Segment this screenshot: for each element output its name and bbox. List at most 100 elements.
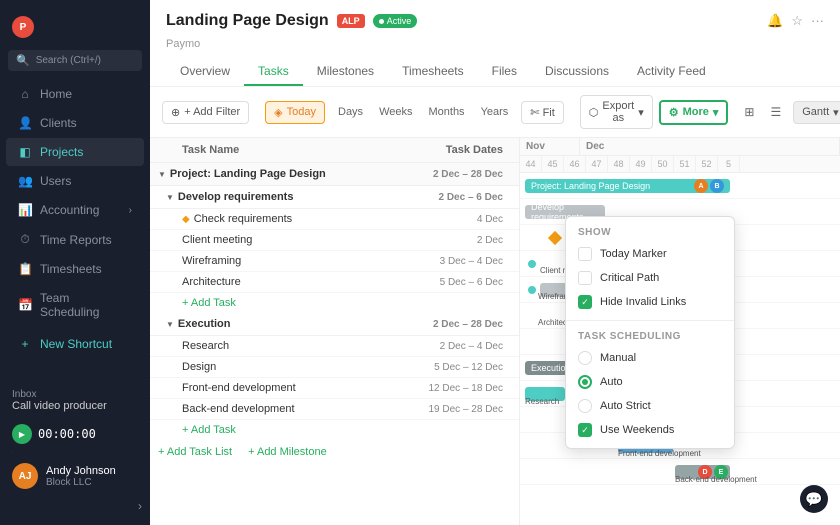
sidebar-logo: P	[0, 8, 150, 50]
table-row[interactable]: Wireframing 3 Dec – 4 Dec	[150, 251, 519, 272]
section-title-show: Show	[566, 223, 734, 242]
sidebar-nav: ⌂ Home 👤 Clients ◧ Projects 👥 Users 📊 Ac…	[0, 79, 150, 385]
table-row[interactable]: Design 5 Dec – 12 Dec	[150, 357, 519, 378]
task-name: Architecture	[182, 276, 401, 288]
table-row[interactable]: Architecture 5 Dec – 6 Dec	[150, 272, 519, 293]
page-title: Landing Page Design	[166, 12, 329, 30]
lines-icon[interactable]: ☰	[764, 101, 787, 123]
collapse-triangle[interactable]: ▼	[166, 193, 174, 202]
tab-files[interactable]: Files	[478, 58, 531, 86]
tab-overview[interactable]: Overview	[166, 58, 244, 86]
sidebar-item-projects[interactable]: ◧ Projects	[6, 138, 144, 166]
tab-activity-feed[interactable]: Activity Feed	[623, 58, 720, 86]
item-label: Hide Invalid Links	[600, 296, 686, 308]
gantt-button[interactable]: Gantt ▾	[793, 101, 840, 124]
sidebar-collapse-icon[interactable]: ›	[138, 499, 142, 513]
group-row-execution: ▼ Execution 2 Dec – 28 Dec	[150, 313, 519, 336]
page-subtitle: Paymo	[166, 38, 824, 50]
sidebar-item-team-scheduling[interactable]: 📅 Team Scheduling	[6, 284, 144, 326]
user-company: Block LLC	[46, 477, 116, 488]
table-row[interactable]: Research 2 Dec – 4 Dec	[150, 336, 519, 357]
task-dates: 4 Dec	[401, 214, 511, 225]
filter-icon: ⊕	[171, 106, 180, 119]
collapse-triangle[interactable]: ▼	[166, 320, 174, 329]
bell-icon[interactable]: 🔔	[767, 13, 783, 29]
item-label: Auto Strict	[600, 400, 651, 412]
weeks-view-button[interactable]: Weeks	[372, 103, 419, 121]
star-icon[interactable]: ☆	[791, 13, 803, 29]
days-view-button[interactable]: Days	[331, 103, 370, 121]
week-45: 45	[542, 156, 564, 172]
dropdown-item-today-marker[interactable]: Today Marker	[566, 242, 734, 266]
chat-bubble-button[interactable]: 💬	[800, 485, 828, 513]
task-dates: 3 Dec – 4 Dec	[401, 256, 511, 267]
months-view-button[interactable]: Months	[421, 103, 471, 121]
item-label: Critical Path	[600, 272, 659, 284]
group-name: Execution	[178, 318, 401, 330]
export-button[interactable]: ⬡ Export as ▾	[580, 95, 653, 129]
table-row[interactable]: Front-end development 12 Dec – 18 Dec	[150, 378, 519, 399]
bar-avatars: A B	[694, 179, 724, 193]
group-row-develop: ▼ Develop requirements 2 Dec – 6 Dec	[150, 186, 519, 209]
add-task-list-button[interactable]: + Add Task List	[158, 446, 232, 458]
avatar-2: B	[710, 179, 724, 193]
month-nov: Nov	[520, 138, 580, 155]
sidebar-item-accounting[interactable]: 📊 Accounting ›	[6, 196, 144, 224]
dropdown-item-critical-path[interactable]: Critical Path	[566, 266, 734, 290]
tab-tasks[interactable]: Tasks	[244, 58, 303, 86]
timer-play-button[interactable]: ▶	[12, 424, 32, 444]
week-52: 52	[696, 156, 718, 172]
sidebar-item-home[interactable]: ⌂ Home	[6, 80, 144, 108]
gantt-row-project: Project: Landing Page Design A B	[520, 173, 840, 199]
add-task-button-1[interactable]: + Add Task	[150, 293, 519, 313]
tab-discussions[interactable]: Discussions	[531, 58, 623, 86]
sidebar-item-users[interactable]: 👥 Users	[6, 167, 144, 195]
collapse-triangle[interactable]: ▼	[158, 170, 166, 179]
search-bar[interactable]: 🔍 Search (Ctrl+/)	[8, 50, 142, 71]
tab-timesheets[interactable]: Timesheets	[388, 58, 478, 86]
dropdown-item-invalid-links[interactable]: ✓ Hide Invalid Links	[566, 290, 734, 314]
task-name: Research	[182, 340, 401, 352]
years-view-button[interactable]: Years	[474, 103, 516, 121]
sidebar-item-label: Accounting	[40, 203, 99, 217]
group-name: Develop requirements	[178, 191, 401, 203]
today-button[interactable]: ◈ Today	[265, 101, 325, 124]
icon-buttons: ⊞ ☰	[738, 101, 787, 123]
dropdown-item-auto[interactable]: Auto	[566, 370, 734, 394]
week-44: 44	[520, 156, 542, 172]
avatar-1: A	[694, 179, 708, 193]
sidebar-item-timesheets[interactable]: 📋 Timesheets	[6, 255, 144, 283]
dropdown-item-auto-strict[interactable]: Auto Strict	[566, 394, 734, 418]
project-name: Project: Landing Page Design	[170, 168, 401, 180]
calendar-icon: ◈	[274, 106, 282, 119]
user-area: AJ Andy Johnson Block LLC	[0, 457, 150, 495]
dropdown-item-use-weekends[interactable]: ✓ Use Weekends	[566, 418, 734, 442]
gantt-area: Nov Dec 44 45 46 47 48 49 50 51 52 5	[520, 138, 840, 525]
sidebar-item-time-reports[interactable]: ⏱ Time Reports	[6, 225, 144, 254]
add-milestone-button[interactable]: + Add Milestone	[248, 446, 327, 458]
task-dates: 12 Dec – 18 Dec	[401, 383, 511, 394]
fit-button[interactable]: ✄ Fit	[521, 101, 564, 124]
more-button[interactable]: ⚙ More ▾	[659, 100, 729, 125]
sidebar-item-new-shortcut[interactable]: + New Shortcut	[6, 330, 144, 358]
inbox-task: Call video producer	[12, 400, 138, 412]
more-icon[interactable]: ···	[811, 13, 824, 29]
add-task-button-2[interactable]: + Add Task	[150, 420, 519, 440]
group-dates: 2 Dec – 6 Dec	[401, 192, 511, 203]
table-row[interactable]: Back-end development 19 Dec – 28 Dec	[150, 399, 519, 420]
tab-milestones[interactable]: Milestones	[303, 58, 388, 86]
project-dates: 2 Dec – 28 Dec	[401, 169, 511, 180]
main-content: Landing Page Design ALP Active 🔔 ☆ ··· P…	[150, 0, 840, 525]
avatar: AJ	[12, 463, 38, 489]
sidebar-item-clients[interactable]: 👤 Clients	[6, 109, 144, 137]
radio-empty-icon	[578, 399, 592, 413]
table-row[interactable]: Client meeting 2 Dec	[150, 230, 519, 251]
table-row[interactable]: ◆ Check requirements 4 Dec	[150, 209, 519, 230]
content-area: Task Name Task Dates ▼ Project: Landing …	[150, 138, 840, 525]
sidebar-item-label: Team Scheduling	[40, 291, 132, 319]
grid-icon[interactable]: ⊞	[738, 101, 760, 123]
week-5: 5	[718, 156, 740, 172]
add-filter-button[interactable]: ⊕ + Add Filter	[162, 101, 249, 124]
task-dates: 19 Dec – 28 Dec	[401, 404, 511, 415]
dropdown-item-manual[interactable]: Manual	[566, 346, 734, 370]
